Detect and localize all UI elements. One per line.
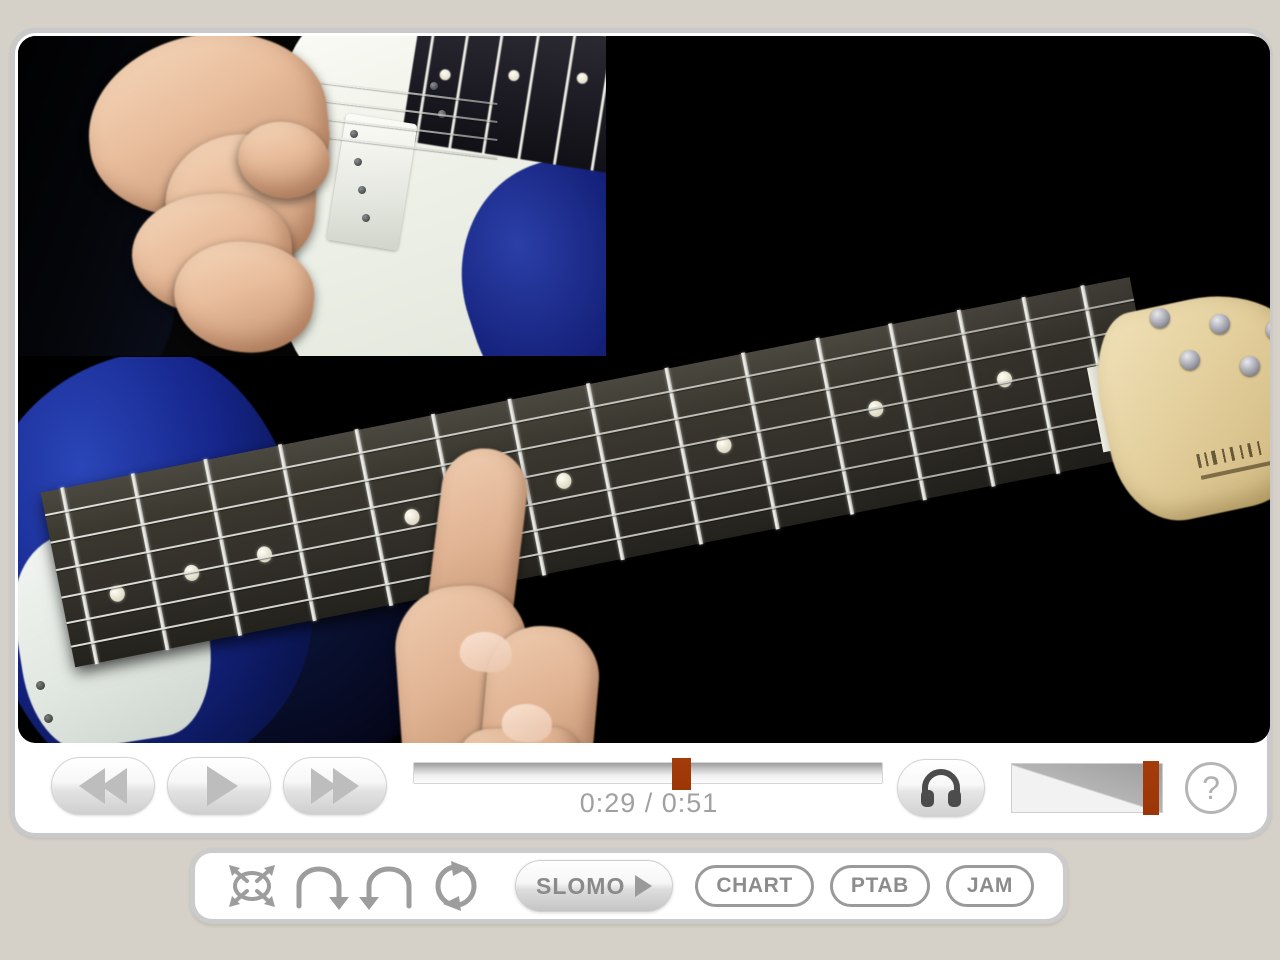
play-triangle-icon	[635, 875, 653, 897]
slomo-label: SLOMO	[536, 872, 626, 899]
transport-bar: 0:29 / 0:51 ?	[15, 745, 1267, 833]
tuning-peg	[1180, 350, 1200, 370]
rewind-button[interactable]	[51, 757, 155, 815]
volume-wedge	[1011, 763, 1163, 813]
pip-pole-piece	[430, 82, 438, 90]
tuning-peg	[1210, 314, 1230, 334]
ptab-button[interactable]: PTAB	[829, 865, 930, 907]
audio-button[interactable]	[897, 759, 985, 817]
video-player-panel: 0:29 / 0:51 ?	[10, 28, 1272, 838]
slomo-button[interactable]: SLOMO	[515, 860, 674, 912]
loop-start-icon	[296, 866, 349, 910]
headphones-icon	[921, 769, 961, 807]
pip-fret	[481, 36, 506, 154]
fast-forward-icon	[333, 768, 359, 804]
pip-pole-piece	[354, 158, 362, 166]
pip-fret	[448, 36, 473, 149]
loop-end-button[interactable]	[357, 858, 419, 914]
pip-pole-piece	[350, 130, 358, 138]
pip-inlay	[575, 72, 589, 85]
tuning-peg	[1240, 356, 1260, 376]
rewind-icon	[101, 768, 127, 804]
scrubber-area: 0:29 / 0:51	[413, 757, 885, 819]
secondary-toolbar: SLOMO CHART PTAB JAM	[190, 848, 1068, 924]
pickguard-screw	[36, 681, 45, 690]
pip-inlay	[507, 69, 521, 82]
pip-inlay	[438, 68, 452, 82]
volume-slider[interactable]	[1011, 761, 1163, 815]
picture-in-picture-view[interactable]	[18, 36, 607, 357]
loop-start-button[interactable]	[289, 858, 351, 914]
chart-button[interactable]: CHART	[695, 865, 814, 907]
scrubber-handle[interactable]	[671, 758, 691, 790]
play-button[interactable]	[167, 757, 271, 815]
pip-fret	[590, 36, 606, 171]
scrubber-track[interactable]	[413, 758, 883, 790]
fast-forward-button[interactable]	[283, 757, 387, 815]
help-button[interactable]: ?	[1185, 762, 1237, 814]
jam-button[interactable]: JAM	[945, 865, 1034, 907]
play-icon	[206, 766, 238, 806]
pip-pole-piece	[358, 186, 366, 194]
time-display: 0:29 / 0:51	[579, 788, 719, 818]
pip-fret	[517, 36, 542, 160]
fullscreen-button[interactable]	[221, 858, 283, 914]
pickguard-screw	[44, 714, 53, 723]
volume-handle[interactable]	[1142, 761, 1159, 815]
loop-repeat-button[interactable]	[425, 858, 487, 914]
pip-fret	[552, 36, 578, 165]
loop-end-icon	[359, 866, 412, 910]
fullscreen-icon	[229, 865, 275, 907]
video-stage[interactable]	[18, 36, 1270, 743]
tuning-peg	[1150, 308, 1170, 328]
loop-repeat-icon	[435, 861, 477, 911]
pip-pole-piece	[362, 214, 370, 222]
